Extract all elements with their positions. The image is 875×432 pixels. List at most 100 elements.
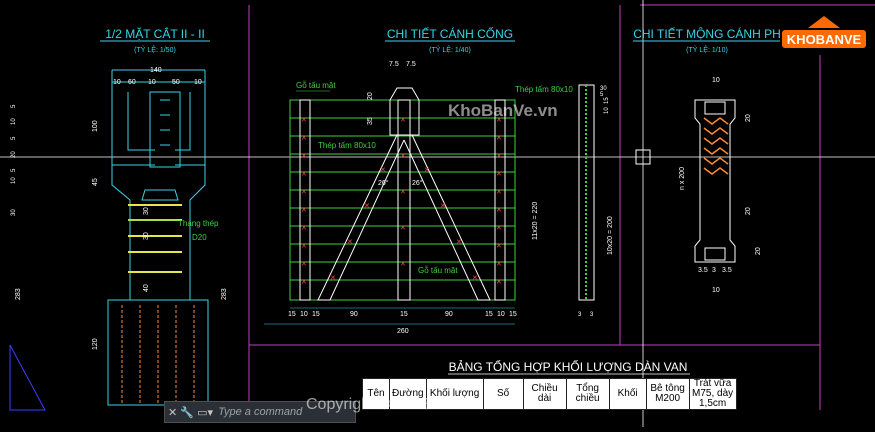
svg-text:10: 10 [712,77,720,84]
gate-dims-bottom: 15 10 15 90 15 90 15 10 15 260 [288,311,517,335]
svg-text:✕: ✕ [424,167,430,174]
svg-text:✕: ✕ [440,203,446,210]
side-dims-left: 5 10 5 20 5 10 30 [11,104,17,216]
svg-text:✕: ✕ [496,171,502,178]
svg-text:3: 3 [578,312,582,318]
label-steel-right: Thép tấm 80x10 [515,85,573,94]
dim-10x20: 10x20 = 200 [607,216,614,255]
svg-text:✕: ✕ [330,275,336,282]
table-header-plaster: Trát vữa M75, dày 1,5cm [688,378,737,410]
svg-text:10: 10 [148,79,156,86]
section-title: 1/2 MẶT CẮT II - II [105,26,205,41]
svg-text:45: 45 [92,178,99,186]
section-scale: (TỶ LỆ: 1/50) [134,45,176,54]
svg-text:✕: ✕ [496,189,502,196]
svg-text:120: 120 [92,338,99,350]
table-header-length: Chiều dài [522,378,567,410]
north-marker [9,344,46,411]
svg-text:7.5: 7.5 [406,61,416,68]
svg-text:✕: ✕ [496,135,502,142]
svg-text:✕: ✕ [400,153,406,160]
svg-text:✕: ✕ [496,261,502,268]
svg-text:10: 10 [113,79,121,86]
svg-text:✕: ✕ [364,203,370,210]
table-header-concrete: Bê tông M200 [645,378,690,410]
svg-text:✕: ✕ [496,225,502,232]
svg-text:✕: ✕ [400,189,406,196]
table-header-weight: Khối [608,378,647,410]
svg-text:15: 15 [400,311,408,318]
svg-text:KHOBANVE: KHOBANVE [787,32,862,47]
svg-text:✕: ✕ [456,239,462,246]
svg-text:60: 60 [128,79,136,86]
angle-left: 26° [378,179,389,187]
ladder-label: Thang thép [178,219,219,228]
close-icon[interactable]: ✕ [165,406,180,419]
foundation-hatch [703,117,729,175]
svg-text:7.5: 7.5 [389,61,399,68]
svg-text:20: 20 [367,92,374,100]
svg-text:15: 15 [288,311,296,318]
ladder-rungs [128,204,182,273]
summary-title: BẢNG TỔNG HỢP KHỐI LƯỢNG DÀN VAN [449,359,688,374]
foundation-title: CHI TIẾT MỘNG CÁNH PH [633,26,781,41]
gate-title: CHI TIẾT CÁNH CỐNG [387,26,513,41]
svg-text:✕: ✕ [301,243,307,250]
svg-text:✕: ✕ [301,225,307,232]
svg-text:15: 15 [485,311,493,318]
gate-dims-top: 7.5 7.5 20 35 [367,61,416,125]
foundation-scale: (TỶ LỆ: 1/10) [686,45,728,54]
svg-text:20: 20 [745,207,752,215]
svg-text:✕: ✕ [301,153,307,160]
svg-text:✕: ✕ [301,171,307,178]
svg-text:10: 10 [497,311,505,318]
watermark-center: KhoBanVe.vn [448,101,558,120]
svg-text:✕: ✕ [301,189,307,196]
svg-text:✕: ✕ [301,207,307,214]
svg-text:90: 90 [350,311,358,318]
drawing-svg: 1/2 MẶT CẮT II - II (TỶ LỆ: 1/50) CHI TI… [0,0,875,427]
svg-text:50: 50 [172,79,180,86]
svg-text:✕: ✕ [400,261,406,268]
label-bottom-wood: Gỗ tấu mặt [418,266,458,275]
svg-text:10: 10 [11,177,17,184]
svg-text:✕: ✕ [496,279,502,286]
foundation-dims: 10 20 20 3.5 3 3.5 10 n x 200 20 [679,77,762,294]
label-steel-left: Thép tấm 80x10 [318,141,376,150]
svg-text:✕: ✕ [496,207,502,214]
svg-text:3: 3 [712,267,716,274]
svg-text:30: 30 [11,209,17,216]
svg-text:283: 283 [15,288,22,300]
svg-text:10: 10 [300,311,308,318]
foundation-drawing [694,99,736,263]
wrench-icon[interactable]: 🔧 [180,406,194,419]
svg-text:5: 5 [600,92,604,98]
dim-nx200: n x 200 [679,167,686,190]
svg-text:20: 20 [755,247,762,255]
svg-text:5: 5 [11,136,17,140]
svg-text:90: 90 [445,311,453,318]
svg-text:140: 140 [150,67,162,74]
svg-text:✕: ✕ [301,279,307,286]
svg-text:10: 10 [11,118,17,125]
svg-text:283: 283 [221,288,228,300]
svg-text:20: 20 [745,114,752,122]
svg-text:3.5: 3.5 [698,267,708,274]
watermark-bottom: Copyright © KhoBanVe.vn [306,396,493,413]
label-top-wood: Gỗ tấu mặt [296,81,336,90]
svg-text:✕: ✕ [400,117,406,124]
svg-text:✕: ✕ [380,167,386,174]
cad-canvas[interactable]: 1/2 MẶT CẮT II - II (TỶ LỆ: 1/50) CHI TI… [0,0,875,427]
svg-text:30: 30 [143,232,150,240]
svg-text:40: 40 [143,284,150,292]
svg-text:10: 10 [194,79,202,86]
table-header-total-length: Tổng chiều [565,378,610,410]
svg-text:✕: ✕ [347,239,353,246]
svg-text:10: 10 [604,107,610,114]
rebar-dashed [121,305,195,405]
command-history-icon[interactable]: ▭▾ [194,406,216,419]
svg-text:✕: ✕ [496,243,502,250]
dim-11x20: 11x20 = 220 [532,202,539,240]
svg-text:3: 3 [590,312,594,318]
svg-text:30: 30 [143,207,150,215]
